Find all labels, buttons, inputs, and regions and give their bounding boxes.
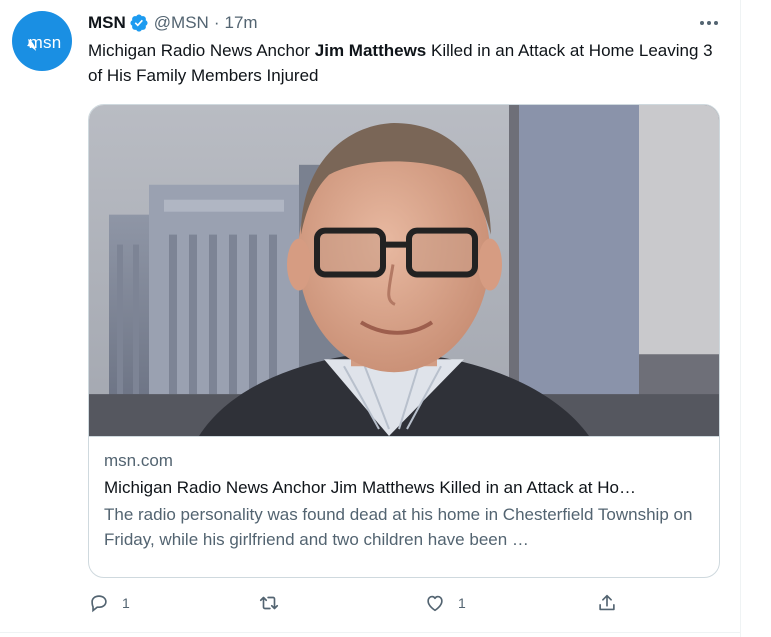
link-preview-card[interactable]: msn.com Michigan Radio News Anchor Jim M… — [88, 104, 720, 578]
card-body: msn.com Michigan Radio News Anchor Jim M… — [104, 449, 704, 552]
more-dots-icon[interactable] — [697, 12, 721, 34]
retweet-icon — [259, 596, 279, 610]
handle[interactable]: @MSN — [154, 13, 209, 33]
card-image[interactable] — [89, 105, 719, 437]
reply-button[interactable]: 1 — [88, 592, 130, 614]
more-dot — [707, 21, 711, 25]
timestamp[interactable]: 17m — [225, 13, 258, 33]
like-icon — [427, 595, 443, 612]
like-count: 1 — [458, 595, 466, 611]
tweet-divider-bottom — [0, 632, 740, 633]
avatar[interactable]: msn — [12, 11, 72, 71]
retweet-button[interactable] — [258, 592, 292, 614]
timeline-divider-right — [740, 0, 741, 637]
card-domain: msn.com — [104, 451, 173, 470]
reply-icon — [91, 595, 107, 613]
verified-badge-icon — [130, 14, 148, 32]
tweet-text-part: Michigan Radio News Anchor — [88, 41, 315, 60]
more-dot — [714, 21, 718, 25]
tweet-text: Michigan Radio News Anchor Jim Matthews … — [88, 38, 718, 88]
share-button[interactable] — [596, 592, 618, 614]
card-title[interactable]: Michigan Radio News Anchor Jim Matthews … — [104, 475, 704, 500]
tweet-header: MSN @MSN · 17m — [88, 12, 258, 34]
msn-logo-icon — [27, 39, 36, 51]
tweet-text-bold-name: Jim Matthews — [314, 41, 427, 60]
tweet-actions: 1 1 — [88, 592, 628, 618]
display-name[interactable]: MSN — [88, 13, 126, 33]
card-description: The radio personality was found dead at … — [104, 505, 693, 549]
like-button[interactable]: 1 — [424, 592, 466, 614]
share-icon — [599, 594, 615, 611]
reply-count: 1 — [122, 595, 130, 611]
separator-dot: · — [213, 13, 220, 32]
more-dot — [700, 21, 704, 25]
